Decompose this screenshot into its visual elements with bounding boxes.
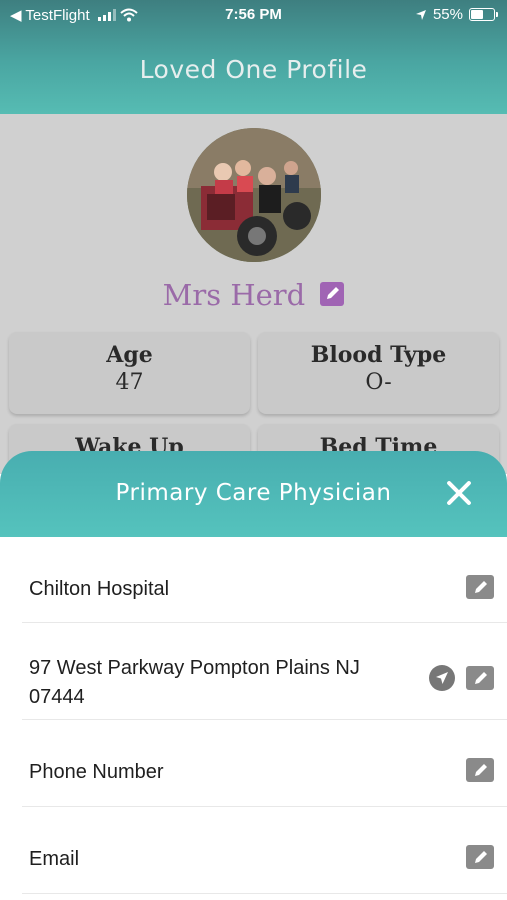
edit-icon[interactable] xyxy=(466,758,494,782)
list-item: Phone Number xyxy=(22,720,507,807)
list-item: 97 West Parkway Pompton Plains NJ 07444 xyxy=(22,623,507,720)
list-item: Email xyxy=(22,807,507,894)
page-title: Loved One Profile xyxy=(139,55,368,84)
email: Email xyxy=(29,848,80,870)
profile-section: Mrs Herd Age 47 Blood Type O- Wake Up Be… xyxy=(0,114,507,484)
modal-header: Primary Care Physician xyxy=(0,451,507,537)
navigation-arrow-icon[interactable] xyxy=(429,665,455,691)
location-arrow-icon xyxy=(415,9,426,20)
profile-name: Mrs Herd xyxy=(162,278,306,312)
blood-type-label: Blood Type xyxy=(310,342,447,368)
modal-title: Primary Care Physician xyxy=(115,480,392,506)
battery-icon xyxy=(469,8,498,21)
blood-type-value: O- xyxy=(365,370,392,395)
phone-number: Phone Number xyxy=(29,761,164,783)
age-label: Age xyxy=(106,342,153,368)
address: 97 West Parkway Pompton Plains NJ 07444 xyxy=(29,657,360,708)
age-card: Age 47 xyxy=(9,332,250,414)
edit-icon[interactable] xyxy=(466,575,494,599)
age-value: 47 xyxy=(115,370,144,395)
modal-body: Chilton Hospital 97 West Parkway Pompton… xyxy=(0,537,507,900)
battery-percent: 55% xyxy=(432,6,463,23)
close-icon[interactable] xyxy=(445,479,473,507)
hospital-name: Chilton Hospital xyxy=(29,578,170,600)
edit-icon[interactable] xyxy=(466,845,494,869)
status-bar: ◀ TestFlight 7:56 PM 55% xyxy=(0,0,507,32)
edit-icon[interactable] xyxy=(466,666,494,690)
avatar xyxy=(187,128,321,262)
edit-icon[interactable] xyxy=(320,282,345,306)
list-item: Chilton Hospital xyxy=(22,537,507,623)
blood-type-card: Blood Type O- xyxy=(258,332,499,414)
